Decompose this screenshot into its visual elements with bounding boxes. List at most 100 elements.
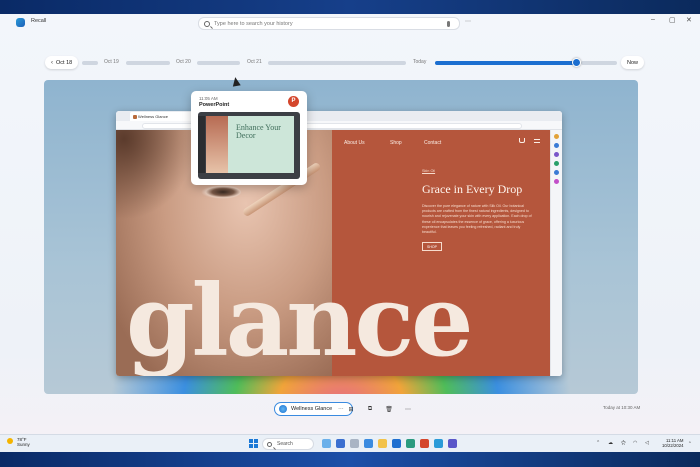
bluetooth-icon[interactable]: ⚝ <box>621 440 626 446</box>
snapshot-browser-window: Wellness Glance About Us Shop Contact Sk… <box>116 111 562 376</box>
snapshot-preview[interactable]: Wellness Glance About Us Shop Contact Sk… <box>44 80 638 394</box>
timeline-label-oct21[interactable]: Oct 21 <box>247 59 262 65</box>
onedrive-icon[interactable]: ☁ <box>608 440 613 446</box>
start-icon[interactable] <box>249 439 258 448</box>
taskbar-clock[interactable]: 11:11 AM 10/22/2024 <box>662 438 684 448</box>
volume-icon[interactable]: ◁ <box>645 440 649 446</box>
sidebar-app-icon <box>554 152 559 157</box>
file-explorer-icon[interactable] <box>378 439 387 448</box>
hero-kicker: Skin Oil <box>422 169 436 173</box>
edge-icon[interactable] <box>364 439 373 448</box>
timeline-label-oct20[interactable]: Oct 20 <box>176 59 191 65</box>
store-icon[interactable] <box>392 439 401 448</box>
sidebar-app-icon <box>554 134 559 139</box>
nav-shop: Shop <box>390 140 402 146</box>
delete-icon[interactable]: 🗑 <box>383 403 395 415</box>
widgets-icon[interactable] <box>350 439 359 448</box>
thumbnail-slide-panel <box>198 116 205 173</box>
timeline-segment[interactable] <box>581 61 617 65</box>
task-view-icon[interactable] <box>336 439 345 448</box>
timeline-segment[interactable] <box>126 61 170 65</box>
browser-tab: Wellness Glance <box>130 112 200 121</box>
snapshot-source-pill[interactable]: Wellness Glance ··· <box>274 402 353 416</box>
glance-wordmark: glance <box>126 264 474 376</box>
browser-tab-strip: Wellness Glance <box>116 111 562 121</box>
teams-icon[interactable] <box>448 439 457 448</box>
nav-about-us: About Us <box>344 140 365 146</box>
timeline-label-today[interactable]: Today <box>413 59 426 65</box>
recall-app-icon <box>16 18 25 27</box>
sidebar-app-icon <box>554 161 559 166</box>
close-icon[interactable]: ✕ <box>686 16 692 24</box>
weather-condition: Sunny <box>17 442 30 447</box>
menu-icon <box>534 139 540 143</box>
timeline-segment[interactable] <box>82 61 98 65</box>
more-options-icon[interactable]: ⋯ <box>465 18 472 25</box>
photo-hair <box>116 130 196 220</box>
mouse-cursor-icon <box>231 76 241 87</box>
search-placeholder: Type here to search your history <box>214 20 293 27</box>
timeline-segment[interactable] <box>268 61 406 65</box>
snapshot-timestamp: Today at 10:30 AM <box>603 405 641 410</box>
taskbar-search[interactable]: Search <box>262 438 314 450</box>
thumbnail-slide-image <box>206 116 228 173</box>
edge-browser-icon <box>279 405 287 413</box>
nav-contact: Contact <box>424 140 442 146</box>
powerpoint-icon: P <box>288 96 299 107</box>
snapshot-source-label: Wellness Glance <box>291 406 333 412</box>
hover-card-thumbnail: Enhance Your Decor <box>198 112 300 179</box>
timeline-today-progress[interactable] <box>435 61 577 65</box>
photo-eye <box>201 185 241 199</box>
browser-tab-title: Wellness Glance <box>138 114 168 119</box>
weather-widget[interactable]: 78°F Sunny <box>17 437 30 447</box>
powerpoint-taskbar-icon[interactable] <box>420 439 429 448</box>
copilot-icon[interactable] <box>322 439 331 448</box>
desktop-wallpaper-top <box>0 0 700 14</box>
hover-card-time: 11:05 AM <box>199 96 218 101</box>
history-search-input[interactable]: Type here to search your history <box>198 17 460 30</box>
click-to-do-icon[interactable]: ⊞ <box>345 403 357 415</box>
favicon-icon <box>133 114 137 119</box>
thumbnail-slide-title: Enhance Your Decor <box>236 123 281 140</box>
app-title: Recall <box>31 18 47 24</box>
pill-more-icon[interactable]: ··· <box>338 406 344 412</box>
chevron-up-icon[interactable]: ⌃ <box>596 440 600 446</box>
hover-card-app: PowerPoint <box>199 102 230 108</box>
timeline-now-button[interactable]: Now <box>621 56 645 69</box>
timeline-scrubber-handle[interactable] <box>572 58 581 67</box>
notification-bell-icon[interactable]: ◔ <box>688 440 691 446</box>
more-actions-icon[interactable]: ⋯ <box>402 403 414 415</box>
hero-heading: Grace in Every Drop <box>422 182 523 196</box>
timeline-hover-card[interactable]: 11:05 AM PowerPoint P Enhance Your Decor <box>191 91 307 185</box>
maximize-icon[interactable]: ▢ <box>669 16 676 24</box>
app-icon[interactable] <box>406 439 415 448</box>
copy-icon[interactable]: ⧉ <box>364 403 376 415</box>
shop-button: SHOP <box>422 242 442 251</box>
microphone-icon[interactable] <box>447 21 450 27</box>
sun-icon[interactable] <box>7 438 13 444</box>
sidebar-app-icon <box>554 170 559 175</box>
hero-body-text: Discover the pure elegance of nature wit… <box>422 204 532 235</box>
taskbar-search-label: Search <box>277 441 293 447</box>
timeline-bar: ‹ Oct 18 Oct 19 Oct 20 Oct 21 Today Now <box>0 54 700 72</box>
timeline-label-oct19[interactable]: Oct 19 <box>104 59 119 65</box>
recall-window: Recall Type here to search your history … <box>0 14 700 434</box>
timeline-back-button[interactable]: ‹ Oct 18 <box>45 56 79 69</box>
minimize-icon[interactable]: – <box>651 16 655 23</box>
wifi-icon[interactable]: ◠ <box>633 440 637 446</box>
recall-taskbar-icon[interactable] <box>434 439 443 448</box>
sidebar-app-icon <box>554 143 559 148</box>
website-page: About Us Shop Contact Skin Oil Grace in … <box>116 130 550 376</box>
search-icon <box>267 442 272 447</box>
timeline-segment[interactable] <box>197 61 240 65</box>
search-icon <box>204 21 210 27</box>
clock-date: 10/22/2024 <box>662 443 684 448</box>
sidebar-app-icon <box>554 179 559 184</box>
desktop-wallpaper-bottom <box>0 452 700 467</box>
windows-taskbar: 78°F Sunny Search ⌃ ☁ ⚝ ◠ ◁ 11:11 AM 10/… <box>0 434 700 452</box>
thumbnail-slide: Enhance Your Decor <box>206 116 294 173</box>
timeline-back-label: Oct 18 <box>56 59 73 66</box>
title-bar: Recall Type here to search your history … <box>0 14 700 32</box>
browser-sidebar <box>550 130 562 376</box>
chevron-left-icon: ‹ <box>51 59 53 66</box>
